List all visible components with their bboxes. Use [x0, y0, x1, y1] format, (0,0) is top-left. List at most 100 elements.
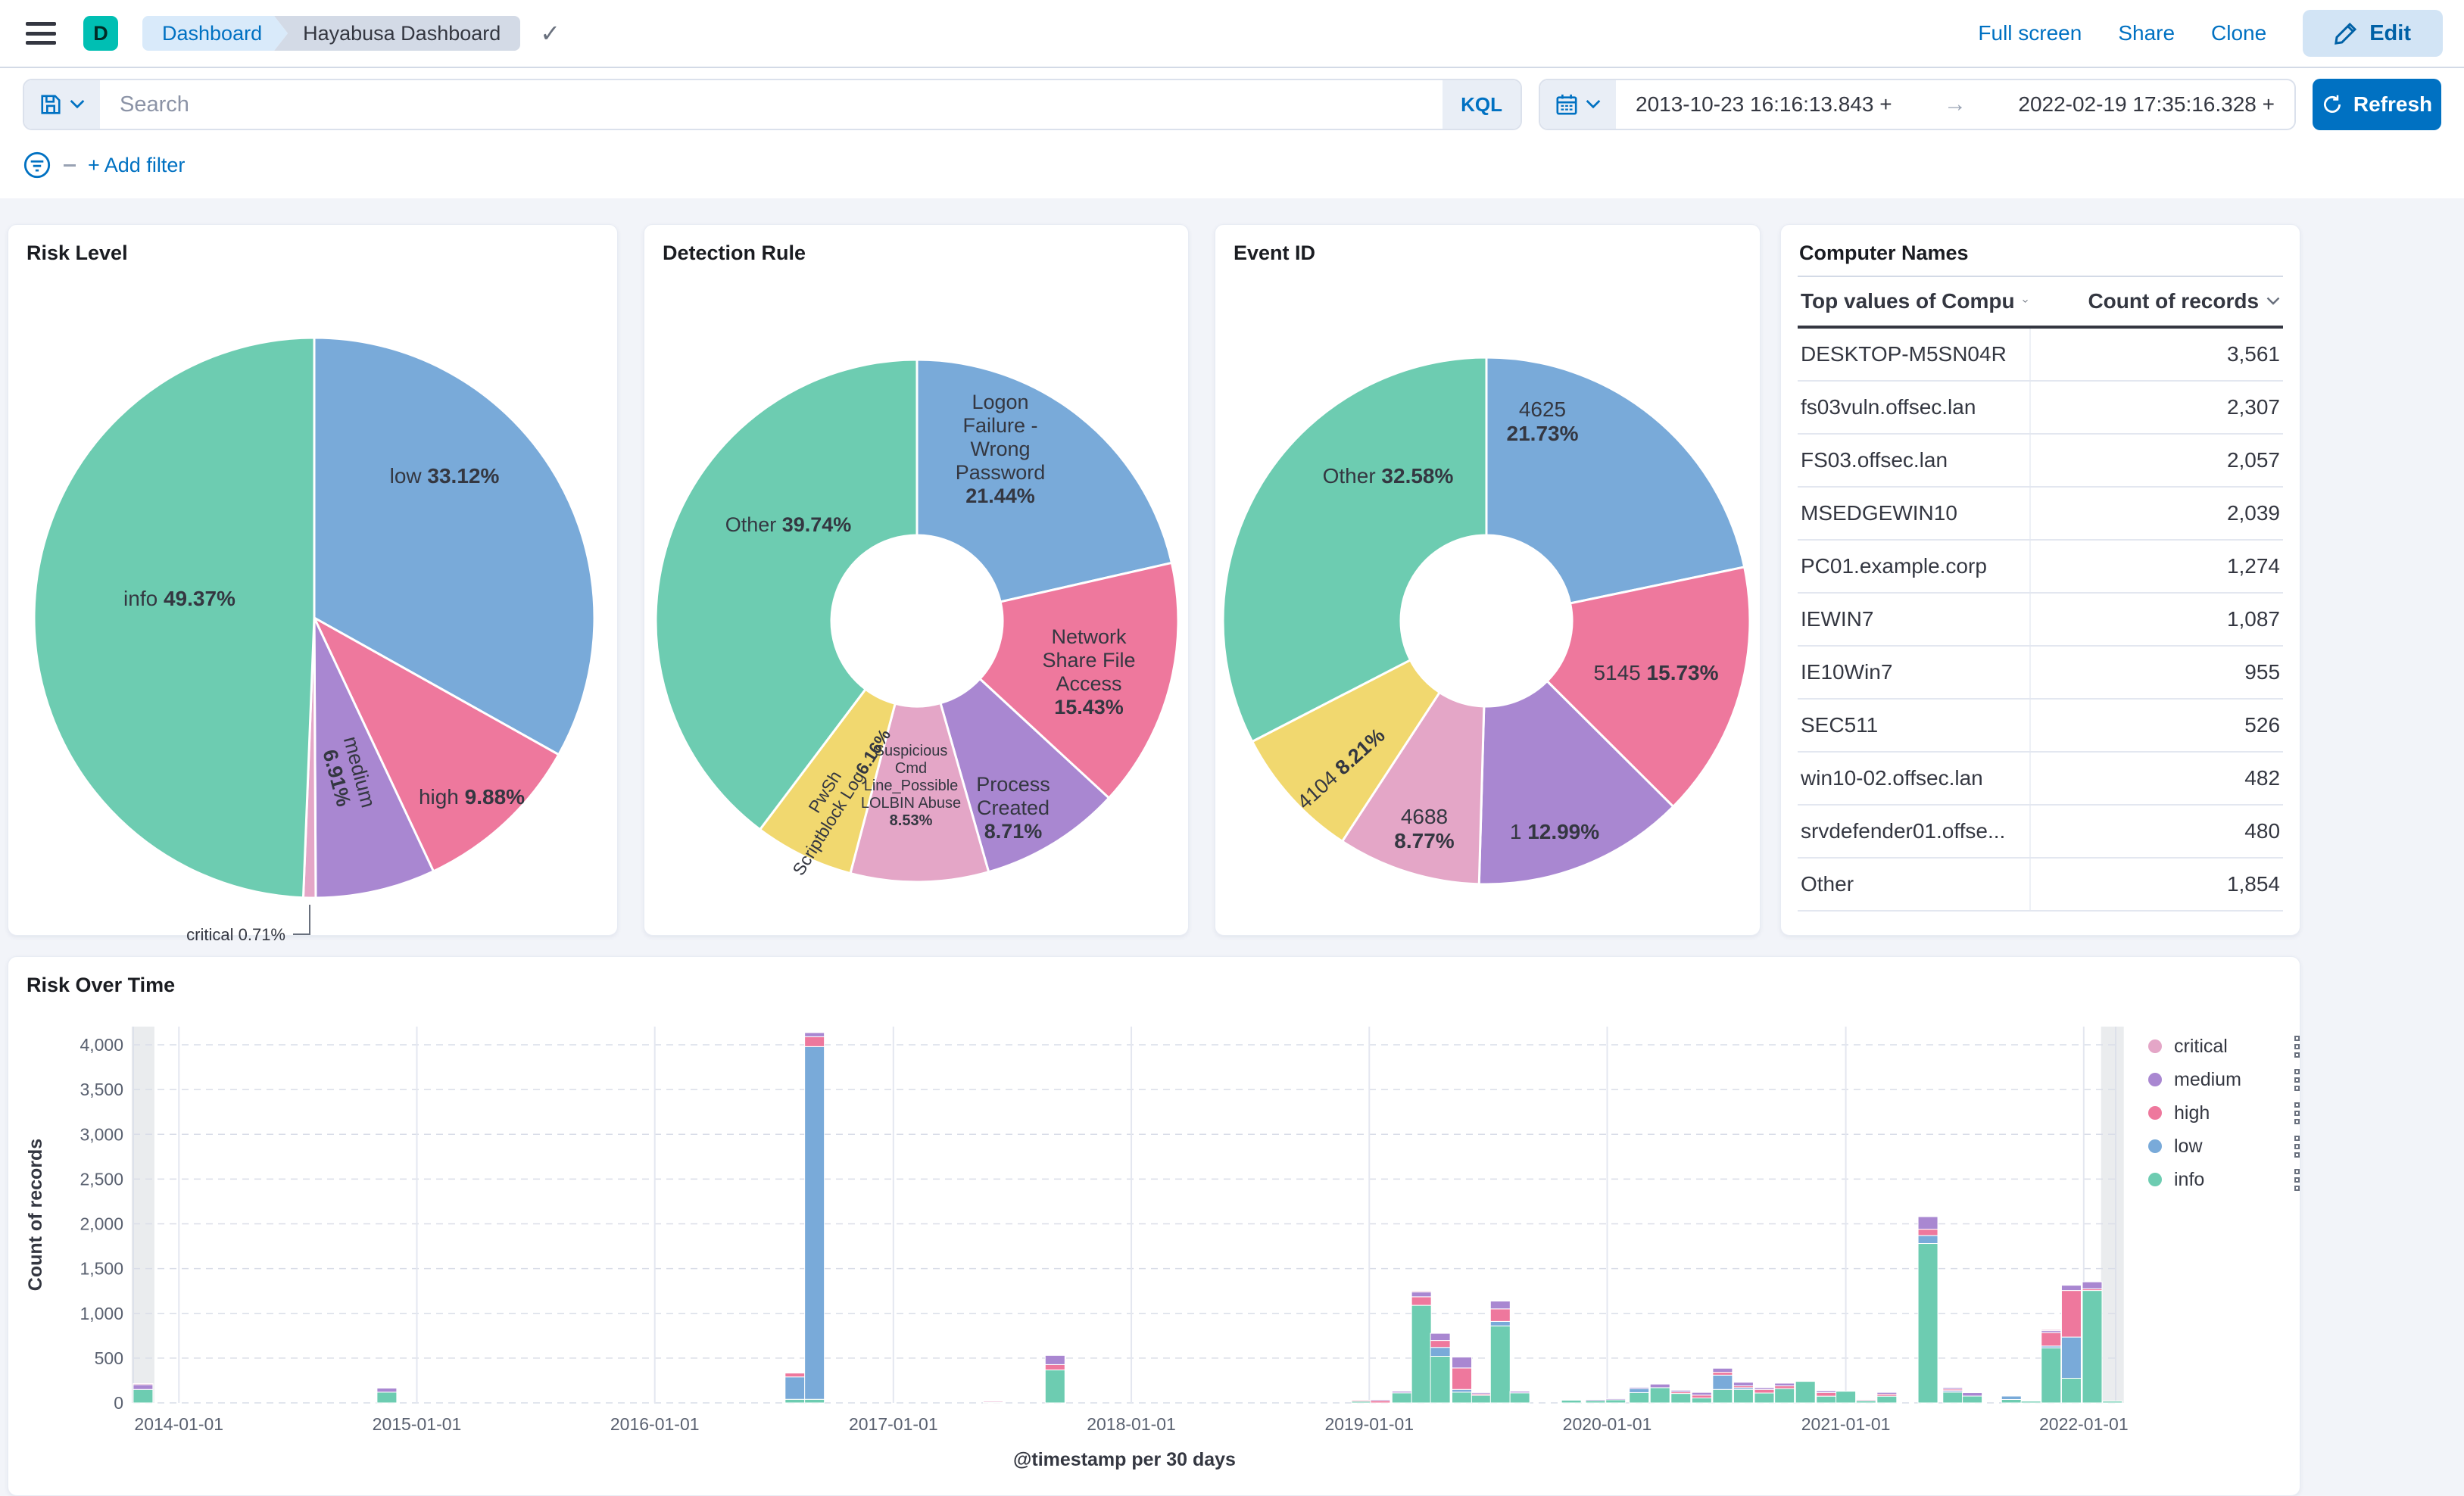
- bar-segment-info[interactable]: [1561, 1399, 1582, 1404]
- bar-segment-low[interactable]: [1712, 1374, 1733, 1390]
- computer-name-cell[interactable]: fs03vuln.offsec.lan: [1798, 382, 2031, 433]
- bar-segment-medium[interactable]: [1917, 1216, 1938, 1230]
- table-row[interactable]: MSEDGEWIN10 2,039: [1798, 488, 2283, 541]
- bar-segment-medium[interactable]: [1649, 1383, 1670, 1388]
- legend-options-icon[interactable]: [2294, 1035, 2300, 1058]
- bar-segment-high[interactable]: [804, 1036, 825, 1047]
- count-cell[interactable]: 482: [2031, 753, 2283, 804]
- bar-segment-high[interactable]: [784, 1373, 806, 1378]
- refresh-button[interactable]: Refresh: [2313, 79, 2441, 130]
- bar-segment-low[interactable]: [1452, 1388, 1473, 1393]
- bar-segment-info[interactable]: [2041, 1347, 2062, 1404]
- bar-segment-medium[interactable]: [1489, 1301, 1511, 1310]
- bar-segment-info[interactable]: [1712, 1388, 1733, 1404]
- bar-segment-medium[interactable]: [1691, 1392, 1712, 1396]
- table-row[interactable]: Other 1,854: [1798, 859, 2283, 912]
- count-cell[interactable]: 1,854: [2031, 859, 2283, 910]
- computer-name-cell[interactable]: DESKTOP-M5SN04R: [1798, 329, 2031, 380]
- bar-segment-high[interactable]: [1816, 1392, 1837, 1397]
- bar-segment-info[interactable]: [1836, 1391, 1857, 1404]
- bar-segment-high[interactable]: [2060, 1290, 2082, 1338]
- table-row[interactable]: fs03vuln.offsec.lan 2,307: [1798, 382, 2283, 435]
- bar-segment-medium[interactable]: [1430, 1332, 1451, 1342]
- bar-segment-info[interactable]: [376, 1392, 398, 1404]
- legend-item-high[interactable]: high: [2148, 1096, 2300, 1130]
- bar-segment-high[interactable]: [1430, 1340, 1451, 1348]
- bar-segment-medium[interactable]: [1733, 1382, 1754, 1387]
- bar-segment-low[interactable]: [1917, 1235, 1938, 1245]
- bar-segment-medium[interactable]: [1509, 1391, 1530, 1394]
- table-row[interactable]: win10-02.offsec.lan 482: [1798, 753, 2283, 806]
- bar-segment-medium[interactable]: [1629, 1386, 1650, 1389]
- count-cell[interactable]: 2,039: [2031, 488, 2283, 539]
- legend-item-low[interactable]: low: [2148, 1130, 2300, 1163]
- bar-segment-info[interactable]: [1430, 1356, 1451, 1404]
- add-filter-link[interactable]: + Add filter: [88, 154, 185, 177]
- column-header-count[interactable]: Count of records: [2031, 277, 2283, 326]
- computer-name-cell[interactable]: srvdefender01.offse...: [1798, 806, 2031, 857]
- bar-segment-info[interactable]: [2020, 1401, 2041, 1404]
- bar-segment-high[interactable]: [1411, 1296, 1432, 1306]
- saved-query-menu[interactable]: [24, 80, 100, 129]
- bar-segment-info[interactable]: [1044, 1369, 1065, 1404]
- space-logo[interactable]: D: [83, 16, 118, 51]
- bar-segment-info[interactable]: [2001, 1399, 2022, 1404]
- bar-segment-info[interactable]: [1629, 1392, 1650, 1404]
- bar-segment-medium[interactable]: [2082, 1281, 2103, 1289]
- legend-options-icon[interactable]: [2294, 1135, 2300, 1158]
- pie-slice-4625[interactable]: [1485, 356, 1746, 605]
- bar-segment-info[interactable]: [1876, 1395, 1898, 1404]
- kql-button[interactable]: KQL: [1443, 80, 1521, 129]
- bar-segment-low[interactable]: [1489, 1320, 1511, 1326]
- computer-name-cell[interactable]: PC01.example.corp: [1798, 541, 2031, 592]
- bar-segment-low[interactable]: [1629, 1388, 1650, 1393]
- count-cell[interactable]: 2,057: [2031, 435, 2283, 486]
- bar-segment-high[interactable]: [1712, 1372, 1733, 1376]
- legend-options-icon[interactable]: [2294, 1102, 2300, 1124]
- table-row[interactable]: FS03.offsec.lan 2,057: [1798, 435, 2283, 488]
- count-cell[interactable]: 3,561: [2031, 329, 2283, 380]
- count-cell[interactable]: 1,274: [2031, 541, 2283, 592]
- search-input[interactable]: [100, 80, 1443, 129]
- count-cell[interactable]: 955: [2031, 647, 2283, 698]
- bar-segment-info[interactable]: [1942, 1392, 1963, 1404]
- bar-segment-low[interactable]: [784, 1376, 806, 1400]
- bar-segment-info[interactable]: [784, 1398, 806, 1404]
- bar-segment-info[interactable]: [1962, 1395, 1983, 1404]
- bar-segment-info[interactable]: [1691, 1397, 1712, 1404]
- legend-item-medium[interactable]: medium: [2148, 1063, 2300, 1096]
- bar-segment-info[interactable]: [1471, 1395, 1492, 1404]
- bar-segment-medium[interactable]: [1452, 1356, 1473, 1369]
- bar-segment-low[interactable]: [2001, 1395, 2022, 1401]
- breadcrumb-dashboard[interactable]: Dashboard: [142, 16, 288, 51]
- computer-name-cell[interactable]: FS03.offsec.lan: [1798, 435, 2031, 486]
- table-row[interactable]: DESKTOP-M5SN04R 3,561: [1798, 329, 2283, 382]
- bar-segment-info[interactable]: [1754, 1392, 1775, 1404]
- computer-name-cell[interactable]: SEC511: [1798, 700, 2031, 751]
- table-row[interactable]: SEC511 526: [1798, 700, 2283, 753]
- bar-segment-high[interactable]: [2041, 1332, 2062, 1347]
- legend-options-icon[interactable]: [2294, 1068, 2300, 1091]
- bar-segment-medium[interactable]: [1816, 1390, 1837, 1393]
- bar-segment-medium[interactable]: [1370, 1399, 1391, 1401]
- full-screen-link[interactable]: Full screen: [1978, 21, 2082, 45]
- bar-segment-medium[interactable]: [1774, 1382, 1795, 1387]
- bar-segment-critical[interactable]: [1411, 1290, 1432, 1293]
- bar-segment-high[interactable]: [1044, 1364, 1065, 1370]
- count-cell[interactable]: 1,087: [2031, 594, 2283, 645]
- bar-segment-medium[interactable]: [1585, 1399, 1606, 1401]
- bar-segment-critical[interactable]: [983, 1401, 1004, 1403]
- pie-slice-Other[interactable]: [1221, 356, 1488, 743]
- bar-segment-medium[interactable]: [1391, 1391, 1412, 1394]
- bar-segment-info[interactable]: [1917, 1243, 1938, 1404]
- bar-segment-low[interactable]: [2060, 1336, 2082, 1379]
- bar-segment-info[interactable]: [1452, 1392, 1473, 1404]
- bar-segment-info[interactable]: [2102, 1401, 2123, 1404]
- date-quick-menu[interactable]: [1540, 80, 1616, 129]
- computer-name-cell[interactable]: IEWIN7: [1798, 594, 2031, 645]
- bar-segment-info[interactable]: [1605, 1399, 1627, 1404]
- bar-segment-high[interactable]: [1351, 1399, 1372, 1402]
- table-row[interactable]: PC01.example.corp 1,274: [1798, 541, 2283, 594]
- bar-segment-info[interactable]: [1649, 1387, 1670, 1404]
- legend-item-info[interactable]: info: [2148, 1163, 2300, 1196]
